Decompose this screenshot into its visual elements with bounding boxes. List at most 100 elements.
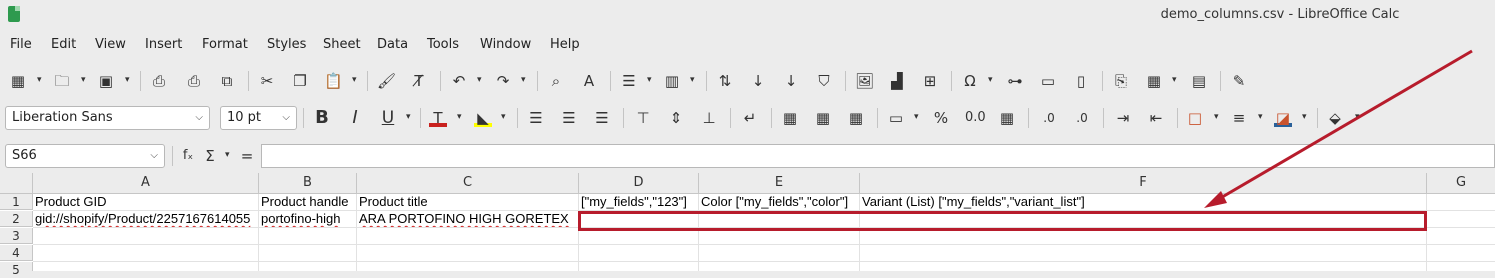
save-icon[interactable]: ▣ [97,72,115,90]
font-size-combo[interactable]: 10 pt ⌵ [220,106,297,130]
cell-e1[interactable]: Color ["my_fields","color"] [699,194,859,210]
bold-icon[interactable]: B [313,109,331,127]
column-header-c[interactable]: C [357,173,579,194]
font-color-dropdown-icon[interactable]: ▾ [457,110,465,124]
menu-tools[interactable]: Tools [427,37,459,52]
redo-dropdown-icon[interactable]: ▾ [521,73,529,87]
italic-icon[interactable]: I [346,109,364,127]
spreadsheet-grid[interactable]: A B C D E F G 1 2 3 4 5 Product GID Prod… [0,173,1495,277]
new-spreadsheet-icon[interactable]: ▦ [9,72,27,90]
print-preview-icon[interactable]: ⧉ [218,72,236,90]
menu-format[interactable]: Format [202,37,248,52]
border-style-icon[interactable]: ≡ [1230,109,1248,127]
undo-icon[interactable]: ↶ [450,72,468,90]
align-top-icon[interactable]: ⊤ [634,109,652,127]
column-dropdown-icon[interactable]: ▾ [690,73,698,87]
cell-c2[interactable]: ARA PORTOFINO HIGH GORETEX [357,211,578,227]
percent-format-icon[interactable]: % [932,109,950,127]
menu-window[interactable]: Window [480,37,531,52]
background-color-dropdown-icon[interactable]: ▾ [1355,110,1363,124]
column-icon[interactable]: ▥ [663,72,681,90]
row-header-2[interactable]: 2 [0,211,33,227]
save-dropdown-icon[interactable]: ▾ [125,73,133,87]
special-character-dropdown-icon[interactable]: ▾ [988,73,996,87]
cell-b1[interactable]: Product handle [259,194,356,210]
open-dropdown-icon[interactable]: ▾ [81,73,89,87]
new-dropdown-icon[interactable]: ▾ [37,73,45,87]
align-left-icon[interactable]: ☰ [527,109,545,127]
comment-icon[interactable]: ▭ [1039,72,1057,90]
currency-format-icon[interactable]: ▭ [887,109,905,127]
autofilter-icon[interactable]: ⛉ [815,72,833,90]
paste-dropdown-icon[interactable]: ▾ [352,73,360,87]
highlight-dropdown-icon[interactable]: ▾ [501,110,509,124]
draw-functions-icon[interactable]: ✎ [1230,72,1248,90]
insert-image-icon[interactable]: 🖼 [855,72,874,90]
column-header-a[interactable]: A [33,173,259,194]
insert-chart-icon[interactable]: ▟ [888,72,906,90]
cut-icon[interactable]: ✂ [258,72,276,90]
column-header-b[interactable]: B [259,173,357,194]
menu-sheet[interactable]: Sheet [323,37,361,52]
increase-indent-icon[interactable]: ⇥ [1114,109,1132,127]
menu-data[interactable]: Data [377,37,408,52]
redo-icon[interactable]: ↷ [494,72,512,90]
menu-edit[interactable]: Edit [51,37,76,52]
row-header-5[interactable]: 5 [0,262,33,277]
formula-icon[interactable]: = [238,147,256,165]
print-icon[interactable]: ⎙ [185,72,203,90]
number-format-icon[interactable]: 0.0 [965,109,986,127]
merge-cells-icon[interactable]: ▦ [814,109,832,127]
border-color-dropdown-icon[interactable]: ▾ [1302,110,1310,124]
border-style-dropdown-icon[interactable]: ▾ [1258,110,1266,124]
column-header-e[interactable]: E [699,173,860,194]
menu-insert[interactable]: Insert [145,37,182,52]
delete-decimal-icon[interactable]: .0 [1073,109,1091,127]
function-wizard-icon[interactable]: fₓ [179,147,197,165]
highlight-color-icon[interactable]: ◣ [474,109,492,127]
align-right-icon[interactable]: ☰ [593,109,611,127]
borders-icon[interactable]: □ [1186,109,1204,127]
hyperlink-icon[interactable]: ⊶ [1006,72,1024,90]
copy-icon[interactable]: ❐ [291,72,309,90]
border-color-icon[interactable]: ◪ [1274,109,1292,127]
borders-dropdown-icon[interactable]: ▾ [1214,110,1222,124]
menu-styles[interactable]: Styles [267,37,306,52]
font-name-combo[interactable]: Liberation Sans ⌵ [5,106,210,130]
align-bottom-icon[interactable]: ⊥ [700,109,718,127]
freeze-rows-columns-icon[interactable]: ▦ [1145,72,1163,90]
cell-b2[interactable]: portofino-high [259,211,356,227]
split-window-icon[interactable]: ▤ [1190,72,1208,90]
open-folder-icon[interactable]: 🗀 [53,72,71,90]
row-dropdown-icon[interactable]: ▾ [647,73,655,87]
headers-footers-icon[interactable]: ▯ [1072,72,1090,90]
column-header-d[interactable]: D [579,173,699,194]
cell-d1[interactable]: ["my_fields","123"] [579,194,698,210]
sort-ascending-icon[interactable]: ↓ [749,72,767,90]
pivot-table-icon[interactable]: ⊞ [921,72,939,90]
merge-center-icon[interactable]: ▦ [781,109,799,127]
sum-dropdown-icon[interactable]: ▾ [225,148,233,162]
special-character-icon[interactable]: Ω [961,72,979,90]
spelling-icon[interactable]: A [580,72,598,90]
cell-a2[interactable]: gid://shopify/Product/2257167614055 [33,211,257,227]
row-icon[interactable]: ☰ [620,72,638,90]
find-replace-icon[interactable]: ⌕ [547,72,565,90]
decrease-indent-icon[interactable]: ⇤ [1147,109,1165,127]
sum-icon[interactable]: Σ [201,147,219,165]
background-color-icon[interactable]: ⬙ [1326,109,1344,127]
underline-icon[interactable]: U [379,109,397,127]
column-header-g[interactable]: G [1427,173,1495,194]
clear-formatting-icon[interactable]: T̸ [410,72,428,90]
row-header-3[interactable]: 3 [0,228,33,244]
column-header-f[interactable]: F [860,173,1427,194]
font-color-icon[interactable]: T [429,109,447,127]
menu-help[interactable]: Help [550,37,580,52]
menu-view[interactable]: View [95,37,126,52]
select-all-corner[interactable] [0,173,33,194]
wrap-text-icon[interactable]: ↵ [741,109,759,127]
paste-icon[interactable]: 📋 [324,72,343,90]
cell-f1[interactable]: Variant (List) ["my_fields","variant_lis… [860,194,1422,210]
sort-icon[interactable]: ⇅ [716,72,734,90]
unmerge-cells-icon[interactable]: ▦ [847,109,865,127]
